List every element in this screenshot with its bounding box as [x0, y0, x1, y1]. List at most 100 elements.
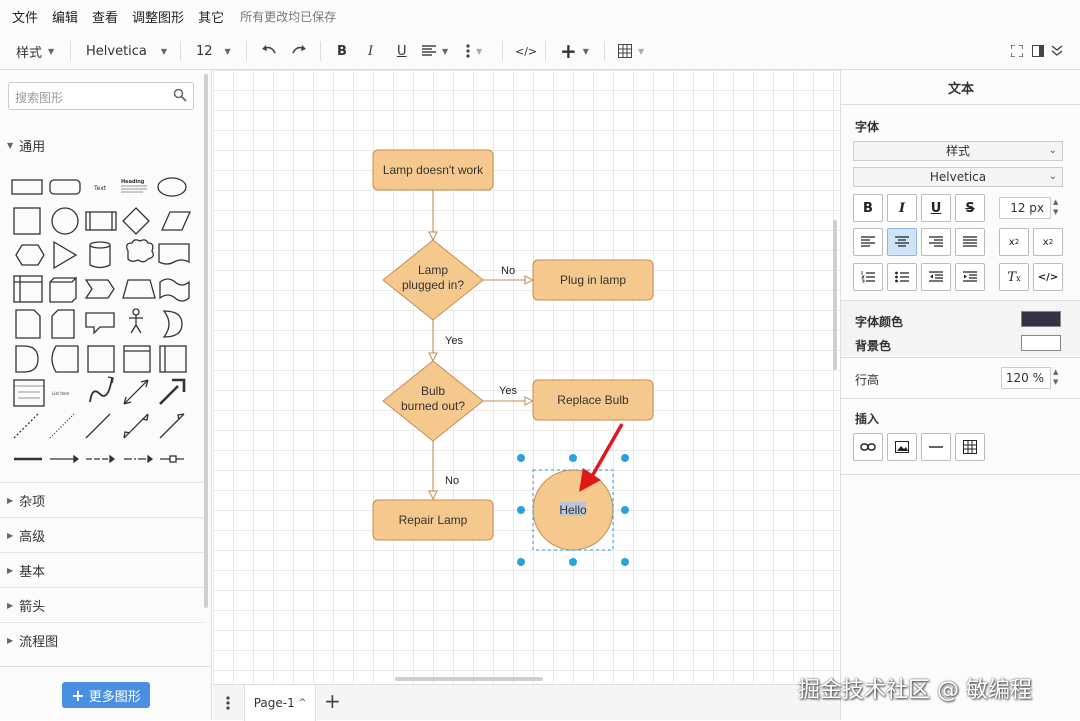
directional-connector-shape[interactable] [159, 413, 185, 439]
section-general[interactable]: ▼ 通用 [0, 128, 204, 163]
note-shape[interactable] [15, 309, 41, 339]
redo-button[interactable] [290, 32, 308, 70]
ellipse-shape[interactable] [157, 177, 187, 197]
numbered-list-button[interactable] [853, 263, 883, 291]
insert-dropdown[interactable]: + ▼ [560, 32, 589, 70]
dotted-line-shape[interactable] [49, 413, 75, 439]
trapezoid-shape[interactable] [122, 279, 156, 299]
undo-button[interactable] [260, 32, 278, 70]
collapse-button[interactable] [1051, 32, 1063, 70]
card-shape[interactable] [51, 309, 75, 339]
page-menu-icon[interactable] [226, 696, 230, 710]
callout-shape[interactable] [85, 312, 115, 335]
align-right-button[interactable] [921, 228, 951, 256]
subscript-button[interactable]: x2 [999, 228, 1029, 256]
list-item-shape[interactable]: List Item [52, 391, 69, 396]
background-color-swatch[interactable] [1021, 335, 1061, 351]
section-basic[interactable]: ▶ 基本 [0, 552, 204, 587]
bold-button[interactable]: B [853, 194, 883, 222]
font-size-spinner[interactable]: ▲ ▼ [1053, 197, 1058, 217]
line-height-spinner[interactable]: ▲ ▼ [1053, 367, 1058, 387]
cube-shape[interactable] [49, 276, 77, 303]
actor-shape[interactable] [129, 315, 143, 334]
menu-file[interactable]: 文件 [12, 7, 38, 26]
section-misc[interactable]: ▶ 杂项 [0, 482, 204, 517]
diamond-shape[interactable] [122, 207, 150, 235]
sidebar-scrollbar[interactable] [204, 74, 208, 608]
canvas-horizontal-scrollbar[interactable] [395, 677, 543, 681]
table-dropdown[interactable]: ▼ [618, 32, 644, 70]
line-shape[interactable] [85, 413, 111, 439]
align-left-button[interactable] [853, 228, 883, 256]
clear-format-button[interactable]: Tx [999, 263, 1029, 291]
font-color-swatch[interactable] [1021, 311, 1061, 327]
font-size-input[interactable]: 12 px [999, 197, 1051, 219]
bullet-list-button[interactable] [887, 263, 917, 291]
superscript-button[interactable]: x2 [1033, 228, 1063, 256]
style-dropdown[interactable]: 样式 ▼ [16, 32, 54, 70]
parallelogram-shape[interactable] [160, 211, 192, 231]
style-select[interactable]: 样式 ⌄ [853, 141, 1063, 161]
font-size-dropdown[interactable]: 12 ▼ [196, 32, 231, 70]
format-panel-toggle[interactable] [1032, 32, 1044, 70]
section-arrows[interactable]: ▶ 箭头 [0, 587, 204, 622]
text-shape[interactable]: Text [93, 185, 107, 192]
html-button[interactable]: </> [1033, 263, 1063, 291]
curve-shape[interactable] [89, 377, 113, 403]
underline-button[interactable]: U [397, 32, 407, 70]
font-family-select[interactable]: Helvetica ⌄ [853, 167, 1063, 187]
menu-extras[interactable]: 其它 [198, 7, 224, 26]
italic-button[interactable]: I [368, 32, 373, 70]
cloud-shape[interactable] [126, 239, 154, 263]
insert-table-button[interactable] [955, 433, 985, 461]
menu-view[interactable]: 查看 [92, 7, 118, 26]
bidirectional-connector-shape[interactable] [123, 413, 149, 439]
arrow-shape[interactable] [159, 378, 186, 405]
strikethrough-button[interactable]: S [955, 194, 985, 222]
diagram-canvas[interactable]: No Yes Yes No Lamp doesn't work Lamp plu… [213, 70, 840, 684]
align-center-button[interactable] [887, 228, 917, 256]
line-height-input[interactable]: 120 % [1001, 367, 1051, 389]
insert-image-button[interactable] [887, 433, 917, 461]
search-input[interactable]: 搜索图形 [8, 82, 194, 110]
italic-button[interactable]: I [887, 194, 917, 222]
menu-edit[interactable]: 编辑 [52, 7, 78, 26]
justify-button[interactable] [955, 228, 985, 256]
rounded-rectangle-shape[interactable] [49, 179, 81, 195]
page-tab[interactable]: Page-1 ^ [244, 685, 316, 721]
list-shape[interactable] [13, 379, 45, 407]
document-shape[interactable] [158, 243, 190, 265]
or-shape[interactable] [162, 310, 183, 338]
circle-shape[interactable] [51, 207, 79, 235]
internal-storage-shape[interactable] [87, 345, 115, 373]
more-shapes-button[interactable]: + 更多图形 [62, 682, 150, 708]
swimlane-shape[interactable] [123, 345, 151, 373]
insert-link-button[interactable] [853, 433, 883, 461]
container-shape[interactable] [13, 275, 43, 303]
font-dropdown[interactable]: Helvetica ▼ [86, 32, 167, 70]
step-shape[interactable] [84, 279, 115, 299]
outdent-button[interactable] [921, 263, 951, 291]
lane-shape[interactable] [159, 345, 187, 373]
canvas-vertical-scrollbar[interactable] [833, 220, 837, 370]
code-button[interactable]: </> [515, 32, 537, 70]
hexagon-shape[interactable] [15, 244, 45, 266]
dashed-line-shape[interactable] [13, 413, 39, 439]
insert-horizontal-rule-button[interactable] [921, 433, 951, 461]
rectangle-shape[interactable] [11, 179, 43, 195]
triangle-shape[interactable] [53, 240, 78, 270]
more-format-dropdown[interactable]: ▼ [466, 32, 482, 70]
data-storage-shape[interactable] [51, 345, 79, 373]
heading-shape[interactable]: Heading [121, 179, 145, 185]
node-hello-label[interactable]: Hello [559, 503, 587, 517]
add-page-icon[interactable]: + [324, 689, 341, 713]
bidirectional-arrow-shape[interactable] [123, 379, 149, 405]
indent-button[interactable] [955, 263, 985, 291]
delay-shape[interactable] [15, 345, 39, 373]
section-flowchart[interactable]: ▶ 流程图 [0, 622, 204, 657]
fullscreen-button[interactable] [1011, 32, 1023, 70]
underline-button[interactable]: U [921, 194, 951, 222]
align-dropdown[interactable]: ▼ [422, 32, 448, 70]
tape-shape[interactable] [159, 278, 190, 302]
menu-arrange[interactable]: 调整图形 [132, 7, 184, 26]
